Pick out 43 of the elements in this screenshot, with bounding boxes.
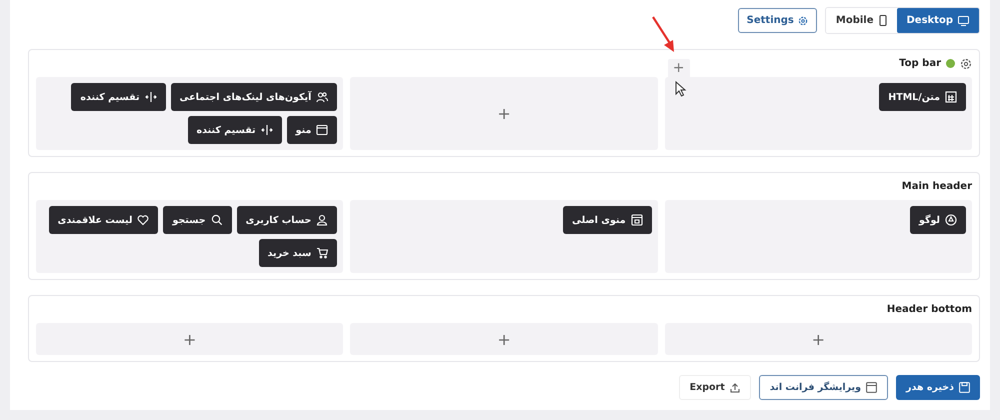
element-chip[interactable]: جستجو (163, 206, 232, 234)
element-chip[interactable]: سبد خرید (258, 239, 338, 267)
save-button[interactable]: ذخیره هدر (896, 375, 980, 400)
element-chip[interactable]: تقسیم کننده (188, 116, 282, 144)
add-element-button[interactable]: + (178, 330, 200, 348)
add-element-button[interactable]: + (493, 330, 515, 348)
search-icon (210, 214, 223, 226)
element-chip[interactable]: حساب کاربری (236, 206, 338, 234)
row-title: Main header (902, 181, 972, 192)
window-icon (316, 124, 328, 136)
row-title: Top bar (899, 58, 941, 69)
element-chip[interactable]: لیست علاقمندی (48, 206, 158, 234)
element-chip[interactable]: متن/HTML (879, 83, 966, 111)
settings-icon (798, 16, 808, 26)
heart-icon (137, 214, 150, 226)
arrow-drawing (650, 15, 677, 55)
user-icon (316, 214, 328, 226)
element-chip[interactable]: لوگو (910, 206, 966, 234)
logo-icon (945, 214, 957, 226)
row-title: Header bottom (886, 304, 972, 315)
element-chip[interactable]: منوی اصلی (563, 206, 652, 234)
users-icon (316, 91, 328, 103)
split-icon (260, 124, 273, 136)
upload-icon (730, 382, 740, 392)
cursor-icon (674, 81, 687, 97)
add-button[interactable]: + (668, 59, 690, 77)
element-chip[interactable]: آیکون‌های لینک‌های اجتماعی (170, 83, 338, 111)
add-element-button[interactable]: + (493, 104, 515, 123)
phone-icon (878, 15, 886, 26)
export-button[interactable]: Export (678, 375, 751, 400)
split-icon (144, 91, 157, 103)
element-chip[interactable]: منو (286, 116, 338, 144)
monitor-icon (958, 16, 969, 26)
settings-icon[interactable] (960, 58, 972, 70)
settings-button[interactable]: Settings (738, 8, 817, 33)
editor-button[interactable]: ویرایشگر فرانت اند (758, 375, 888, 400)
cart-icon (316, 247, 328, 259)
add-element-button[interactable]: + (808, 330, 830, 348)
window-icon (866, 382, 878, 393)
window-icon (630, 214, 643, 226)
hash-icon (945, 91, 957, 103)
element-chip[interactable]: تقسیم کننده (71, 83, 166, 111)
desktop-view-tab[interactable]: Desktop (896, 8, 979, 33)
